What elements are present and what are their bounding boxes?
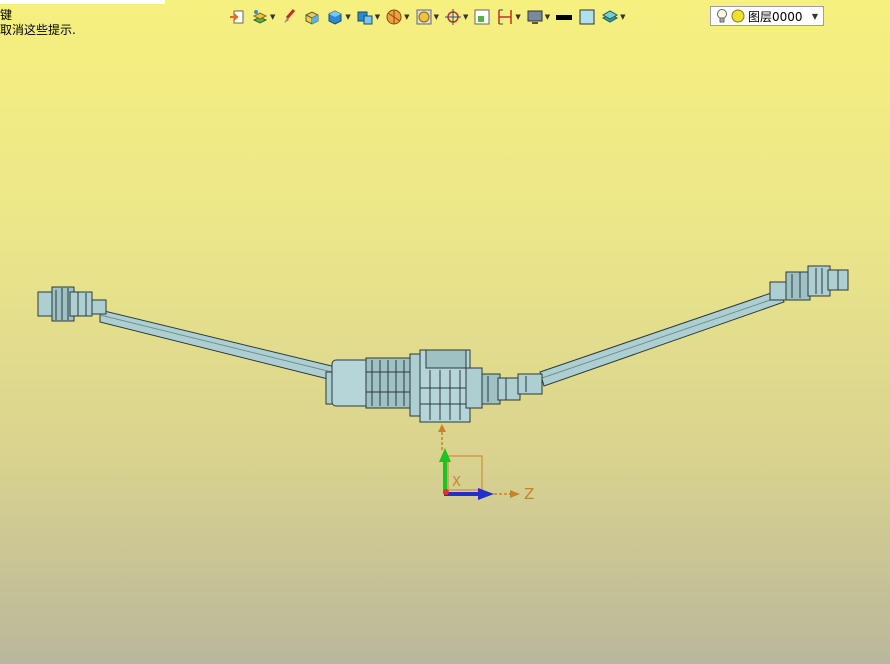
- chevron-down-icon: ▼: [462, 13, 469, 21]
- fill-color-icon: [579, 9, 595, 25]
- axis-z-ext-arrow: [510, 490, 520, 498]
- exit-icon: [230, 10, 244, 24]
- chevron-down-icon: ▼: [374, 13, 381, 21]
- section-button[interactable]: ▼: [385, 6, 410, 28]
- chevron-down-icon: ▼: [404, 13, 410, 21]
- gearbox: [409, 349, 543, 423]
- axis-triad: Z X: [438, 424, 534, 503]
- layer-selector[interactable]: 图层0000 ▼: [710, 6, 824, 26]
- axis-y-arrow: [439, 448, 451, 462]
- chevron-down-icon: ▼: [811, 11, 818, 21]
- view-toolbar: ▼ ▼ ▼ ▼ ▼ ▼ ▼ ▼ ▼: [228, 6, 631, 28]
- brush-button[interactable]: [280, 6, 298, 28]
- view-orient-button[interactable]: ▼: [356, 6, 380, 28]
- axis-z-arrow: [478, 488, 494, 500]
- chevron-down-icon: ▼: [270, 13, 276, 21]
- shaft-assembly[interactable]: [37, 265, 849, 423]
- monitor-button[interactable]: ▼: [526, 6, 550, 28]
- layers-icon: [252, 10, 268, 24]
- layer-name: 图层0000: [748, 9, 803, 24]
- measure-icon: [498, 9, 513, 25]
- fill-color-button[interactable]: [578, 6, 596, 28]
- chevron-down-icon: ▼: [433, 13, 439, 21]
- right-yoke: [769, 265, 849, 301]
- chevron-down-icon: ▼: [620, 13, 626, 21]
- layers-button[interactable]: ▼: [251, 6, 275, 28]
- select-filter-button[interactable]: [473, 6, 491, 28]
- layer-stack-button[interactable]: ▼: [601, 6, 626, 28]
- lightbulb-icon: [717, 9, 727, 23]
- layer-stack-icon: [602, 10, 619, 23]
- box-wireframe-button[interactable]: [303, 6, 321, 28]
- 3d-viewport[interactable]: Z X: [0, 0, 890, 664]
- chevron-down-icon: ▼: [544, 13, 551, 21]
- left-yoke: [37, 286, 107, 322]
- axis-x-arrow: [438, 424, 446, 432]
- section-icon: [386, 9, 402, 25]
- select-filter-icon: [474, 9, 490, 25]
- render-mode-button[interactable]: ▼: [415, 6, 439, 28]
- cube-shaded-button[interactable]: ▼: [326, 6, 351, 28]
- axis-x-label: X: [452, 475, 461, 490]
- line-color-button[interactable]: [555, 6, 573, 28]
- exit-button[interactable]: [228, 6, 246, 28]
- chevron-down-icon: ▼: [515, 13, 521, 21]
- monitor-icon: [527, 10, 543, 24]
- snap-target-icon: [444, 9, 461, 25]
- layer-status-icon: [731, 9, 745, 23]
- line-color-icon: [556, 15, 573, 20]
- axis-z-label: Z: [524, 485, 534, 503]
- cube-shaded-icon: [328, 10, 342, 25]
- chevron-down-icon: ▼: [345, 13, 351, 21]
- brush-icon: [284, 9, 296, 23]
- measure-button[interactable]: ▼: [496, 6, 521, 28]
- render-mode-icon: [416, 9, 432, 25]
- snap-target-button[interactable]: ▼: [444, 6, 468, 28]
- motor-body: [325, 357, 415, 409]
- right-shaft: [539, 289, 785, 387]
- view-orient-icon: [357, 11, 373, 25]
- box-wireframe-icon: [305, 11, 319, 25]
- left-shaft: [99, 309, 341, 383]
